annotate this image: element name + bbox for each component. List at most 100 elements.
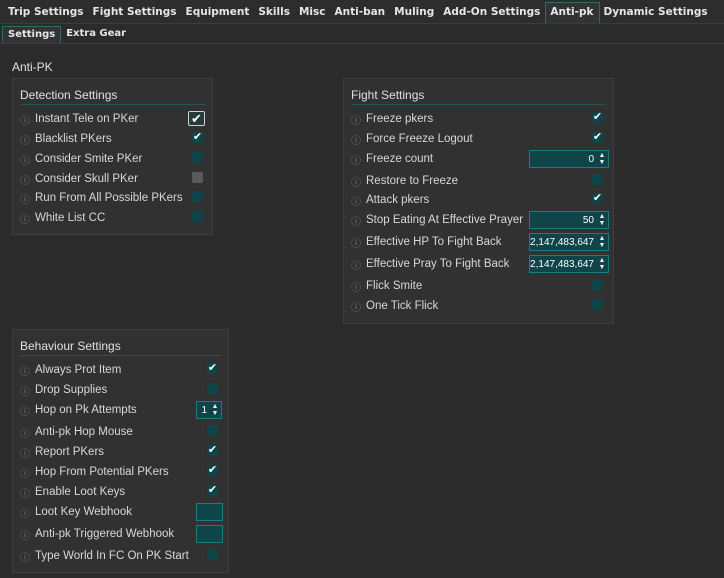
group-title: Behaviour Settings xyxy=(20,339,121,353)
label: Blacklist PKers xyxy=(35,133,112,145)
force-freeze-logout-checkbox[interactable]: ✔ xyxy=(592,131,603,143)
row-drop-supplies: ⓘ Drop Supplies xyxy=(20,381,107,399)
label: Drop Supplies xyxy=(35,384,108,396)
tab-equipment[interactable]: Equipment xyxy=(182,0,255,23)
anti-pk-hop-mouse-checkbox[interactable] xyxy=(207,425,218,436)
tab-anti-pk[interactable]: Anti-pk xyxy=(545,2,600,23)
fight-settings-group: Fight Settings ⓘ Freeze pkers ✔ ⓘ Force Fr… xyxy=(343,78,614,324)
info-icon: ⓘ xyxy=(20,428,30,440)
label: Restore to Freeze xyxy=(366,175,459,187)
label: Report PKers xyxy=(35,446,105,458)
consider-skull-checkbox[interactable] xyxy=(192,172,203,183)
one-tick-flick-checkbox[interactable] xyxy=(592,299,603,310)
spinner-arrows-icon[interactable]: ▲ ▼ xyxy=(597,234,607,250)
consider-smite-checkbox[interactable] xyxy=(192,152,203,163)
white-list-cc-checkbox[interactable] xyxy=(192,211,203,222)
label: Effective HP To Fight Back xyxy=(366,236,502,248)
divider xyxy=(20,104,205,105)
info-icon: ⓘ xyxy=(20,468,30,480)
tab-add-on-settings[interactable]: Add-On Settings xyxy=(439,0,545,23)
row-attack-pkers: ⓘ Attack pkers xyxy=(351,191,429,209)
check-icon: ✔ xyxy=(192,130,203,143)
row-run-from-all: ⓘ Run From All Possible PKers xyxy=(20,189,183,207)
hop-on-pk-spinner[interactable]: 1 ▲ ▼ xyxy=(196,401,222,419)
row-flick-smite: ⓘ Flick Smite xyxy=(351,277,422,295)
top-tab-bar: Trip Settings Fight Settings Equipment S… xyxy=(0,0,724,24)
tab-misc[interactable]: Misc xyxy=(295,0,331,23)
info-icon: ⓘ xyxy=(20,194,30,206)
instant-tele-checkbox[interactable]: ✔ xyxy=(188,111,205,126)
drop-supplies-checkbox[interactable] xyxy=(207,383,218,394)
hop-from-potential-checkbox[interactable]: ✔ xyxy=(207,463,218,476)
blacklist-pkers-checkbox[interactable]: ✔ xyxy=(192,130,203,143)
group-title: Fight Settings xyxy=(351,88,425,102)
spinner-arrows-icon[interactable]: ▲ ▼ xyxy=(597,151,607,167)
freeze-count-spinner[interactable]: 0 ▲ ▼ xyxy=(529,150,609,168)
enable-loot-keys-checkbox[interactable]: ✔ xyxy=(207,483,218,496)
report-pkers-checkbox[interactable]: ✔ xyxy=(207,444,218,456)
divider xyxy=(351,104,606,105)
stop-eating-spinner[interactable]: 50 ▲ ▼ xyxy=(529,211,609,229)
row-restore-to-freeze: ⓘ Restore to Freeze xyxy=(351,172,458,190)
anti-pk-triggered-webhook-field[interactable] xyxy=(196,525,223,543)
spinner-arrows-icon[interactable]: ▲ ▼ xyxy=(597,256,607,272)
tab-fight-settings[interactable]: Fight Settings xyxy=(89,0,182,23)
flick-smite-checkbox[interactable] xyxy=(592,279,603,290)
label: Enable Loot Keys xyxy=(35,486,126,498)
check-icon: ✔ xyxy=(207,483,218,496)
row-white-list-cc: ⓘ White List CC xyxy=(20,209,105,227)
tab-dynamic-settings[interactable]: Dynamic Settings xyxy=(600,0,713,23)
subtab-extra-gear[interactable]: Extra Gear xyxy=(61,25,131,43)
label: One Tick Flick xyxy=(366,300,439,312)
always-prot-item-checkbox[interactable]: ✔ xyxy=(207,361,218,374)
info-icon: ⓘ xyxy=(20,406,30,418)
row-anti-pk-hop-mouse: ⓘ Anti-pk Hop Mouse xyxy=(20,423,133,441)
row-freeze-pkers: ⓘ Freeze pkers xyxy=(351,110,433,128)
label: Hop From Potential PKers xyxy=(35,466,169,478)
row-always-prot-item: ⓘ Always Prot Item xyxy=(20,361,121,379)
info-icon: ⓘ xyxy=(20,488,30,500)
effective-pray-spinner[interactable]: 2,147,483,647 ▲ ▼ xyxy=(529,255,609,273)
spinner-value: 2,147,483,647 xyxy=(530,236,594,248)
info-icon: ⓘ xyxy=(351,196,361,208)
label: Anti-pk Hop Mouse xyxy=(35,426,133,438)
tab-muling[interactable]: Muling xyxy=(390,0,439,23)
label: Attack pkers xyxy=(366,194,430,206)
label: Freeze pkers xyxy=(366,113,434,125)
subtab-settings[interactable]: Settings xyxy=(2,26,62,43)
effective-hp-spinner[interactable]: 2,147,483,647 ▲ ▼ xyxy=(529,233,609,251)
check-icon: ✔ xyxy=(592,191,603,204)
sub-tab-bar: Settings Extra Gear xyxy=(0,25,724,44)
info-icon: ⓘ xyxy=(351,177,361,189)
run-from-all-checkbox[interactable] xyxy=(192,191,203,202)
spinner-value: 0 xyxy=(588,153,594,165)
freeze-pkers-checkbox[interactable]: ✔ xyxy=(592,111,603,123)
row-consider-skull: ⓘ Consider Skull PKer xyxy=(20,170,138,188)
spinner-value: 2,147,483,647 xyxy=(530,258,594,270)
label: Consider Smite PKer xyxy=(35,153,143,165)
info-icon: ⓘ xyxy=(351,282,361,294)
label: Stop Eating At Effective Prayer xyxy=(366,214,524,226)
check-icon: ✔ xyxy=(207,361,218,374)
loot-key-webhook-field[interactable] xyxy=(196,503,223,521)
section-title: Anti-PK xyxy=(12,60,53,74)
type-world-in-fc-checkbox[interactable] xyxy=(207,549,218,560)
detection-settings-group: Detection Settings ⓘ Instant Tele on PKer… xyxy=(12,78,213,235)
spinner-arrows-icon[interactable]: ▲ ▼ xyxy=(210,402,220,418)
tab-anti-ban[interactable]: Anti-ban xyxy=(331,0,391,23)
label: Type World In FC On PK Start xyxy=(35,550,189,562)
tab-skills[interactable]: Skills xyxy=(254,0,295,23)
info-icon: ⓘ xyxy=(351,115,361,127)
info-icon: ⓘ xyxy=(20,155,30,167)
row-effective-pray: ⓘ Effective Pray To Fight Back xyxy=(351,255,509,273)
label: Force Freeze Logout xyxy=(366,133,473,145)
row-blacklist-pkers: ⓘ Blacklist PKers xyxy=(20,130,112,148)
attack-pkers-checkbox[interactable]: ✔ xyxy=(592,191,603,204)
check-icon: ✔ xyxy=(207,463,218,476)
label: Hop on Pk Attempts xyxy=(35,404,137,416)
row-loot-key-webhook: ⓘ Loot Key Webhook xyxy=(20,503,132,521)
row-hop-from-potential: ⓘ Hop From Potential PKers xyxy=(20,463,169,481)
spinner-arrows-icon[interactable]: ▲ ▼ xyxy=(597,212,607,228)
restore-to-freeze-checkbox[interactable] xyxy=(592,174,603,185)
tab-trip-settings[interactable]: Trip Settings xyxy=(4,0,89,23)
